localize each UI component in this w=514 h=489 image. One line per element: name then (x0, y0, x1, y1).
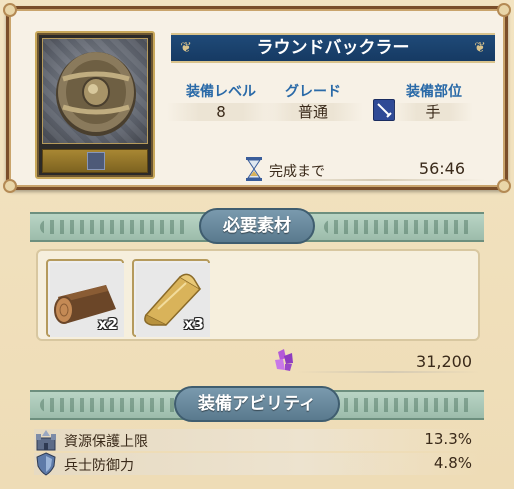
item-detail-panel: ❦ ラウンドバックラー ❦ 装備レベル 8 グレード 普通 装備部位 手 完成ま… (3, 3, 511, 193)
vine-ornament (324, 398, 474, 412)
ability-row: 兵士防御力 4.8% (34, 452, 480, 476)
divider (265, 179, 485, 181)
grade-label: グレード (285, 84, 341, 100)
materials-title: 必要素材 (199, 208, 315, 244)
material-quantity: x2 (97, 315, 118, 333)
corner-ornament (3, 3, 17, 17)
grade-value: 普通 (263, 103, 363, 121)
divider (296, 371, 480, 373)
cost-value: 31,200 (416, 352, 472, 371)
abilities-header: 装備アビリティ (30, 386, 484, 422)
ability-row: 資源保護上限 13.3% (34, 429, 480, 451)
castle-icon (34, 428, 58, 452)
sword-icon (373, 99, 395, 121)
materials-header: 必要素材 (30, 208, 484, 244)
material-slot-log[interactable]: x2 (46, 259, 124, 337)
ability-label: 兵士防御力 (64, 458, 134, 474)
timer-value: 56:46 (418, 159, 465, 178)
corner-ornament (497, 3, 511, 17)
slot-marker-icon (87, 152, 105, 170)
equip-level-label: 装備レベル (186, 84, 256, 100)
hourglass-icon (245, 157, 263, 181)
ability-label: 資源保護上限 (64, 434, 148, 450)
item-name-banner: ❦ ラウンドバックラー ❦ (171, 33, 495, 63)
materials-list: x2 x3 (36, 249, 480, 341)
vine-ornament (40, 220, 190, 234)
ability-value: 13.3% (424, 430, 472, 448)
banner-ornament-icon: ❦ (180, 40, 192, 56)
ability-value: 4.8% (433, 454, 472, 472)
vine-ornament (40, 398, 190, 412)
material-quantity: x3 (183, 315, 204, 333)
item-name: ラウンドバックラー (256, 38, 410, 58)
item-slot-bar (42, 149, 148, 173)
shield-icon (34, 452, 58, 476)
round-buckler-icon (42, 38, 148, 144)
slot-label: 装備部位 (406, 84, 462, 100)
corner-ornament (497, 179, 511, 193)
timer-label: 完成まで (269, 164, 325, 180)
item-portrait (35, 31, 155, 179)
banner-ornament-icon: ❦ (474, 40, 486, 56)
purple-gem-icon (272, 348, 296, 372)
abilities-title: 装備アビリティ (174, 386, 340, 422)
equip-level-value: 8 (167, 103, 275, 121)
material-slot-scroll[interactable]: x3 (132, 259, 210, 337)
slot-value: 手 (393, 103, 473, 121)
vine-ornament (324, 220, 474, 234)
corner-ornament (3, 179, 17, 193)
